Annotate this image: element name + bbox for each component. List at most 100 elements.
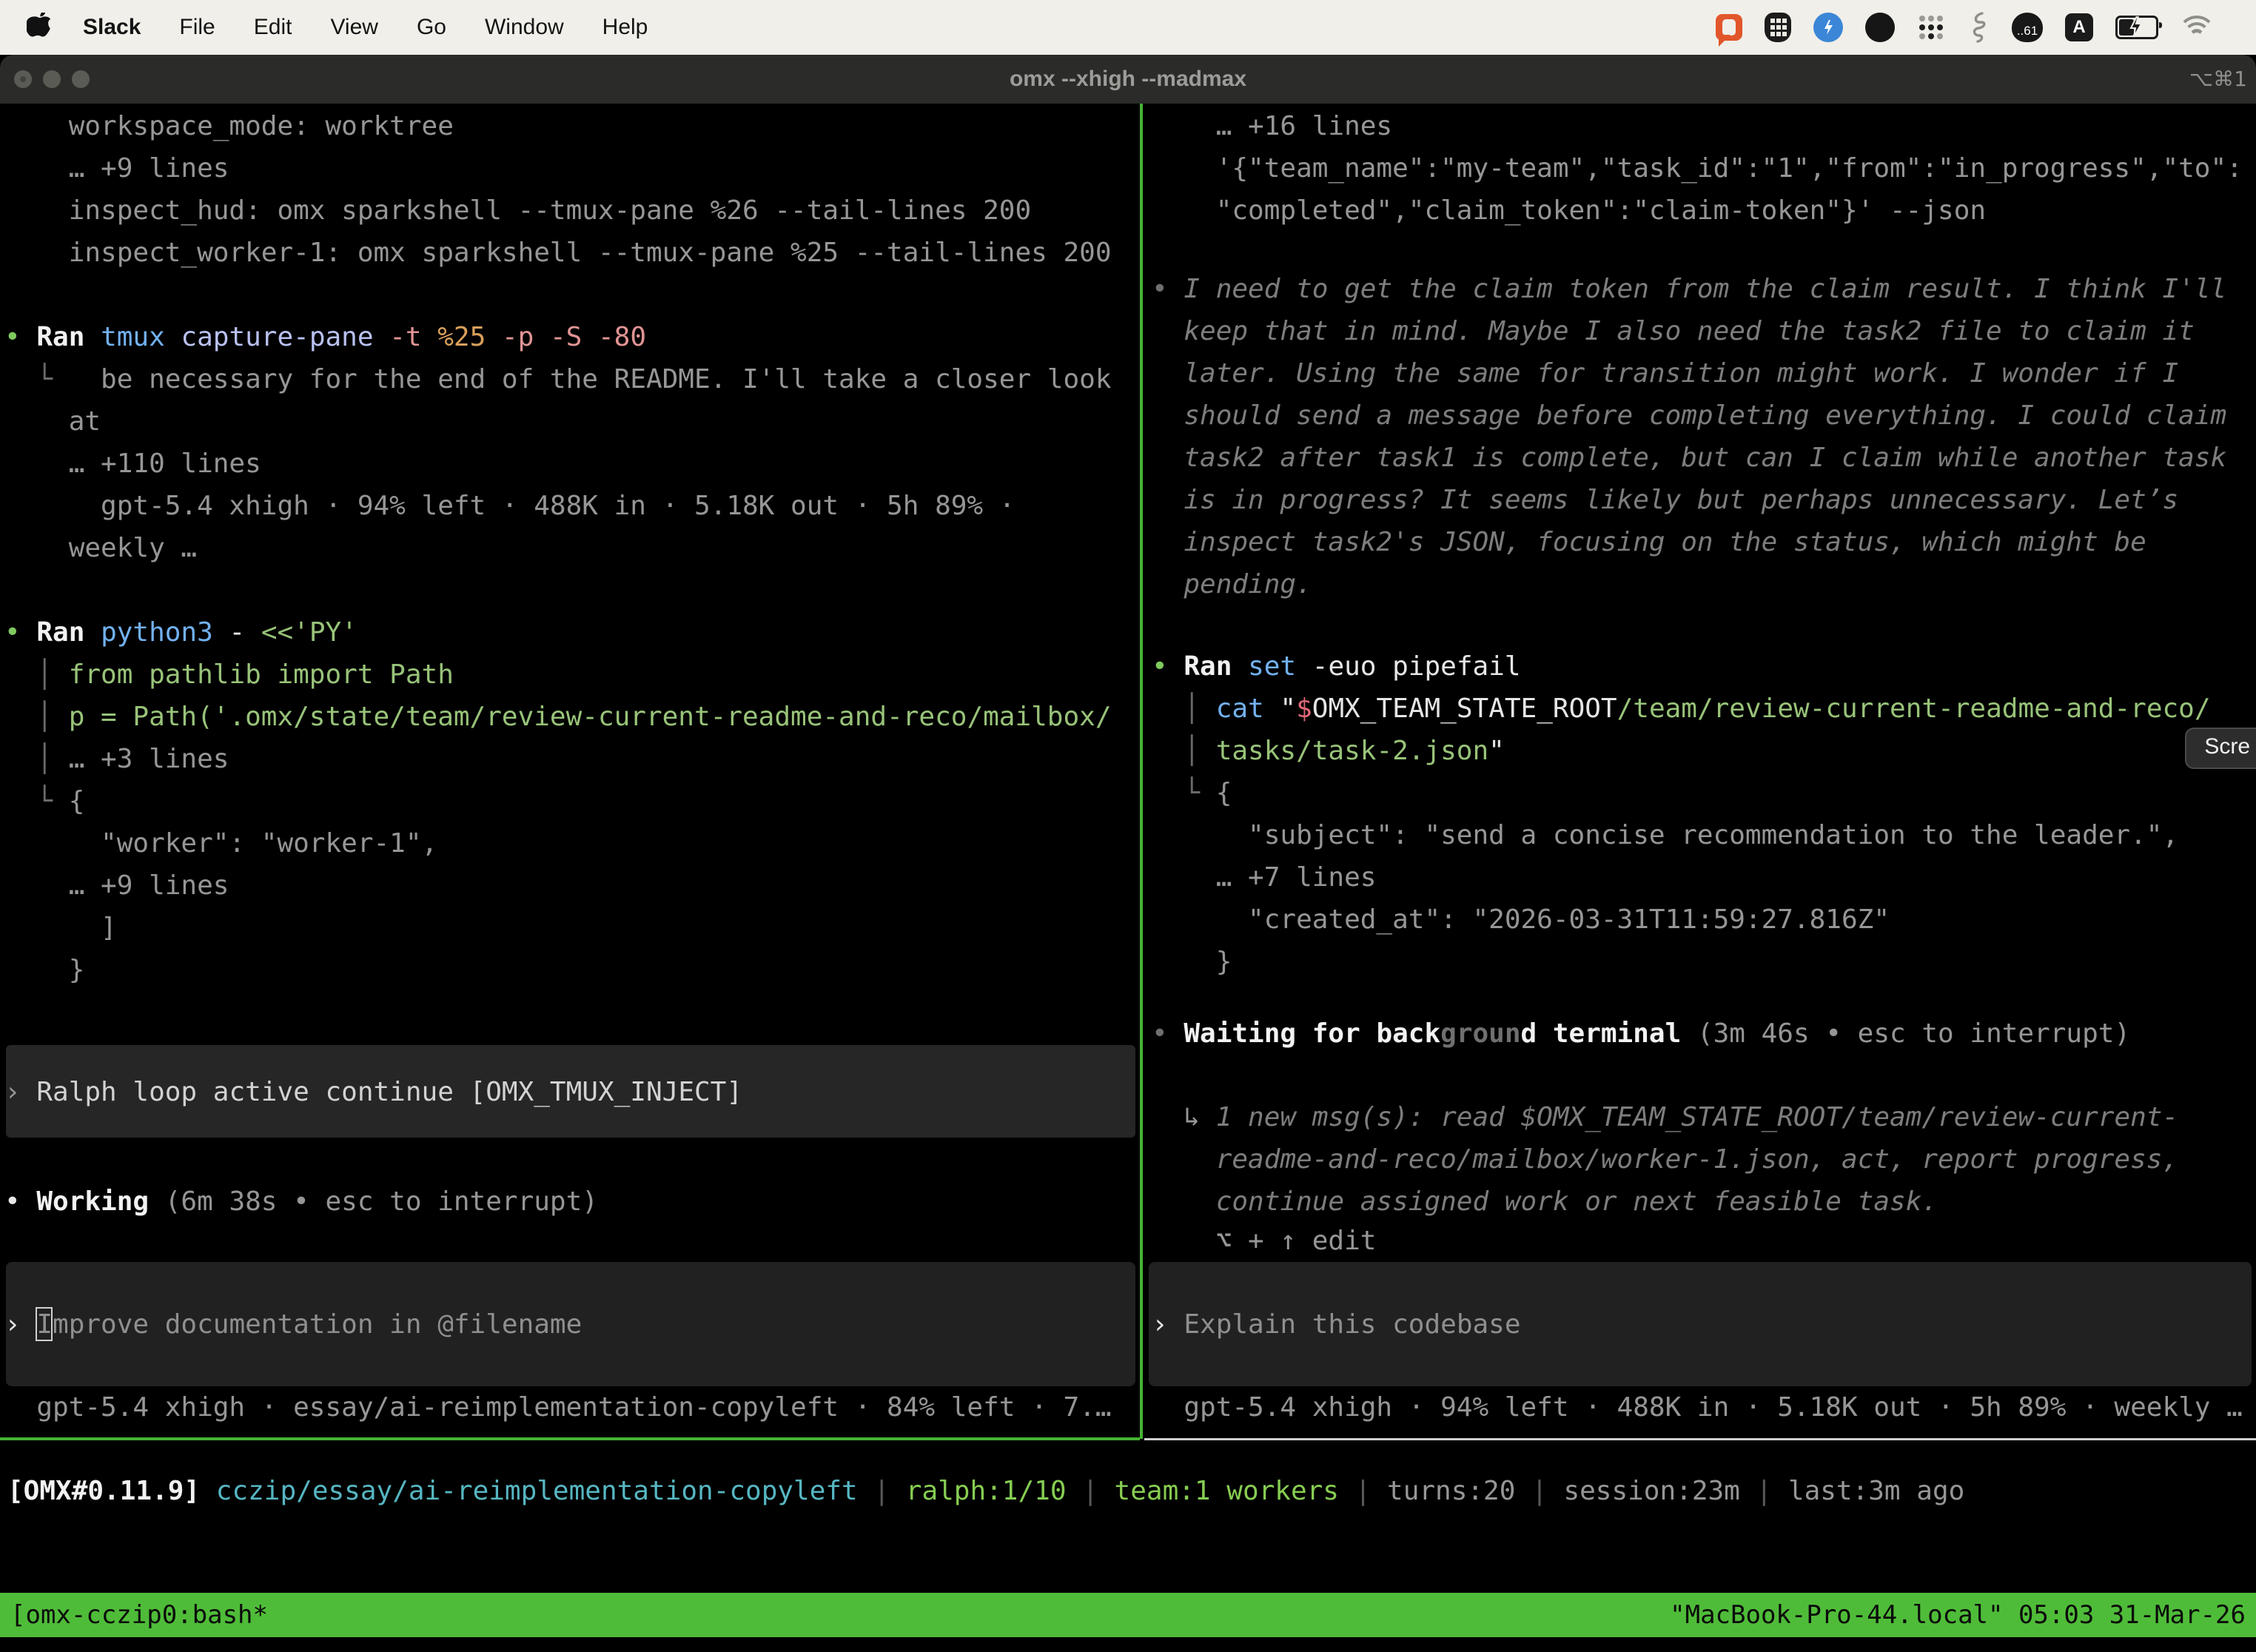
menu-item-window[interactable]: Window <box>466 0 583 55</box>
terminal-line: gpt-5.4 xhigh · 94% left · 488K in · 5.1… <box>4 485 1015 527</box>
text-segment: set <box>1248 651 1312 682</box>
menu-bar: Slack FileEditViewGoWindowHelp ..61 A <box>0 0 2256 55</box>
text-segment: tmux <box>101 322 181 352</box>
terminal-line: "created_at": "2026-03-31T11:59:27.816Z" <box>1152 899 1890 941</box>
text-segment: cat <box>1216 694 1280 724</box>
terminal-line: └ be necessary for the end of the README… <box>4 358 1112 400</box>
menu-item-file[interactable]: File <box>160 0 234 55</box>
text-segment: cczip/essay/ai-reimplementation-copyleft <box>216 1476 858 1506</box>
text-segment: } <box>1152 947 1232 977</box>
text-segment: └ <box>4 786 69 816</box>
text-segment: Ran <box>36 322 101 352</box>
terminal-line: gpt-5.4 xhigh · essay/ai-reimplementatio… <box>4 1386 1112 1428</box>
text-segment: ↳ <box>1152 1102 1216 1132</box>
apple-icon[interactable] <box>27 10 56 44</box>
tmux-session-label: [omx-cczip0:bash* <box>10 1593 268 1637</box>
text-segment: <<'PY' <box>261 617 357 648</box>
terminal-line: │ tasks/task-2.json" <box>1152 730 1505 772</box>
text-segment: › <box>4 1309 36 1340</box>
terminal-line: └ { <box>1152 772 1232 814</box>
terminal-line: … +7 lines <box>1152 856 1376 899</box>
text-segment: … +3 lines <box>69 744 229 774</box>
text-segment: inspect_hud: omx sparkshell --tmux-pane … <box>4 195 1031 226</box>
terminal-line: … +9 lines <box>4 147 229 189</box>
terminal-line: ⌥ + ↑ edit <box>1152 1220 1376 1262</box>
gauge-icon[interactable] <box>1813 13 1843 42</box>
dots-grid-icon[interactable] <box>1917 13 1945 41</box>
left-terminal-pane[interactable]: workspace_mode: worktree … +9 lines insp… <box>0 104 1140 1652</box>
badge-61-icon[interactable]: ..61 <box>2012 13 2043 42</box>
text-segment: { <box>69 786 85 816</box>
text-segment: … +7 lines <box>1152 862 1376 893</box>
omx-status-line: [OMX#0.11.9] cczip/essay/ai-reimplementa… <box>7 1470 1964 1512</box>
text-segment: tasks/task-2.json <box>1216 736 1488 766</box>
tmux-host-clock: "MacBook-Pro-44.local" 05:03 31-Mar-26 <box>1670 1593 2246 1637</box>
window-titlebar: omx --xhigh --madmax ⌥⌘1 <box>0 55 2256 104</box>
text-segment: "subject": "send a concise recommendatio… <box>1152 820 2178 850</box>
text-segment: team:1 workers <box>1115 1476 1339 1506</box>
menu-item-go[interactable]: Go <box>397 0 466 55</box>
terminal-line: } <box>4 949 84 991</box>
right-terminal-pane[interactable]: … +16 lines '{"team_name":"my-team","tas… <box>1146 104 2256 1652</box>
terminal-line: • Ran set -euo pipefail <box>1152 645 1521 688</box>
text-segment: gpt-5.4 xhigh · essay/ai-reimplementatio… <box>4 1392 1112 1423</box>
shield-grid-icon[interactable] <box>1765 13 1791 42</box>
text-segment: %25 <box>437 322 502 352</box>
text-segment: inspect task2's JSON, focusing on the st… <box>1152 527 2146 557</box>
text-segment: ] <box>4 913 117 943</box>
terminal-line: inspect_hud: omx sparkshell --tmux-pane … <box>4 189 1031 232</box>
squiggle-icon[interactable] <box>1967 11 1990 44</box>
text-segment: │ <box>4 744 69 774</box>
inactive-pane-border <box>1144 1438 2256 1440</box>
text-segment: | <box>858 1476 906 1506</box>
terminal-line: … +110 lines <box>4 443 261 485</box>
text-segment: • <box>4 1186 36 1217</box>
terminal-line: should send a message before completing … <box>1152 394 2226 437</box>
text-segment: readme-and-reco/mailbox/worker-1.json, a… <box>1152 1144 2178 1175</box>
text-segment: | <box>1740 1476 1788 1506</box>
terminal-line: ] <box>4 907 117 949</box>
wifi-icon[interactable] <box>2181 16 2213 39</box>
terminal-line: later. Using the same for transition mig… <box>1152 352 2178 394</box>
terminal-line: › Explain this codebase <box>1152 1303 1521 1346</box>
text-segment: groun <box>1440 1018 1520 1049</box>
text-segment: /team/review-current-readme-and-reco/ <box>1617 694 2211 724</box>
text-segment: Explain this codebase <box>1184 1309 1520 1340</box>
terminal-line: │ p = Path('.omx/state/team/review-curre… <box>4 696 1112 738</box>
terminal-line: readme-and-reco/mailbox/worker-1.json, a… <box>1152 1138 2178 1181</box>
text-segment: └ <box>1152 778 1216 808</box>
terminal-line: is in progress? It seems likely but perh… <box>1152 479 2178 521</box>
terminal-line: keep that in mind. Maybe I also need the… <box>1152 310 2195 352</box>
terminal-line: └ { <box>4 780 84 822</box>
text-segment: [OMX#0.11.9] <box>7 1476 200 1506</box>
text-segment: Ran <box>36 617 101 648</box>
terminal-line: "worker": "worker-1", <box>4 822 437 864</box>
pane-divider[interactable] <box>1140 104 1143 1439</box>
battery-charging-icon[interactable] <box>2115 16 2158 39</box>
text-segment: $ <box>1296 694 1312 724</box>
crescent-icon[interactable] <box>1865 13 1895 42</box>
menu-items: Slack FileEditViewGoWindowHelp <box>64 0 667 55</box>
text-segment: -p -S -80 <box>502 322 646 352</box>
text-segment: › <box>4 1077 36 1107</box>
tmux-status-bar: [omx-cczip0:bash* "MacBook-Pro-44.local"… <box>0 1593 2256 1637</box>
menu-item-app[interactable]: Slack <box>64 0 160 55</box>
text-segment: "completed","claim_token":"claim-token"}… <box>1152 195 1986 226</box>
text-segment: ⌥ + ↑ edit <box>1152 1226 1376 1256</box>
text-segment: … +110 lines <box>4 449 261 479</box>
text-segment: • <box>4 322 36 352</box>
menu-item-edit[interactable]: Edit <box>235 0 312 55</box>
menu-item-view[interactable]: View <box>311 0 397 55</box>
text-segment: Ran <box>1184 651 1248 682</box>
input-source-icon[interactable]: A <box>2065 13 2093 41</box>
terminal-line: ↳ 1 new msg(s): read $OMX_TEAM_STATE_ROO… <box>1152 1096 2178 1138</box>
menu-item-help[interactable]: Help <box>583 0 668 55</box>
terminal-line: '{"team_name":"my-team","task_id":"1","f… <box>1152 147 2243 189</box>
text-segment: … +9 lines <box>4 870 229 901</box>
text-segment: pending. <box>1152 569 1312 600</box>
terminal-line: • Working (6m 38s • esc to interrupt) <box>4 1181 598 1223</box>
slack-notification-icon[interactable] <box>1716 14 1742 41</box>
text-segment: later. Using the same for transition mig… <box>1152 358 2178 389</box>
text-segment: "created_at": "2026-03-31T11:59:27.816Z" <box>1152 904 1890 935</box>
text-segment: (6m 38s • esc to interrupt) <box>165 1186 598 1217</box>
